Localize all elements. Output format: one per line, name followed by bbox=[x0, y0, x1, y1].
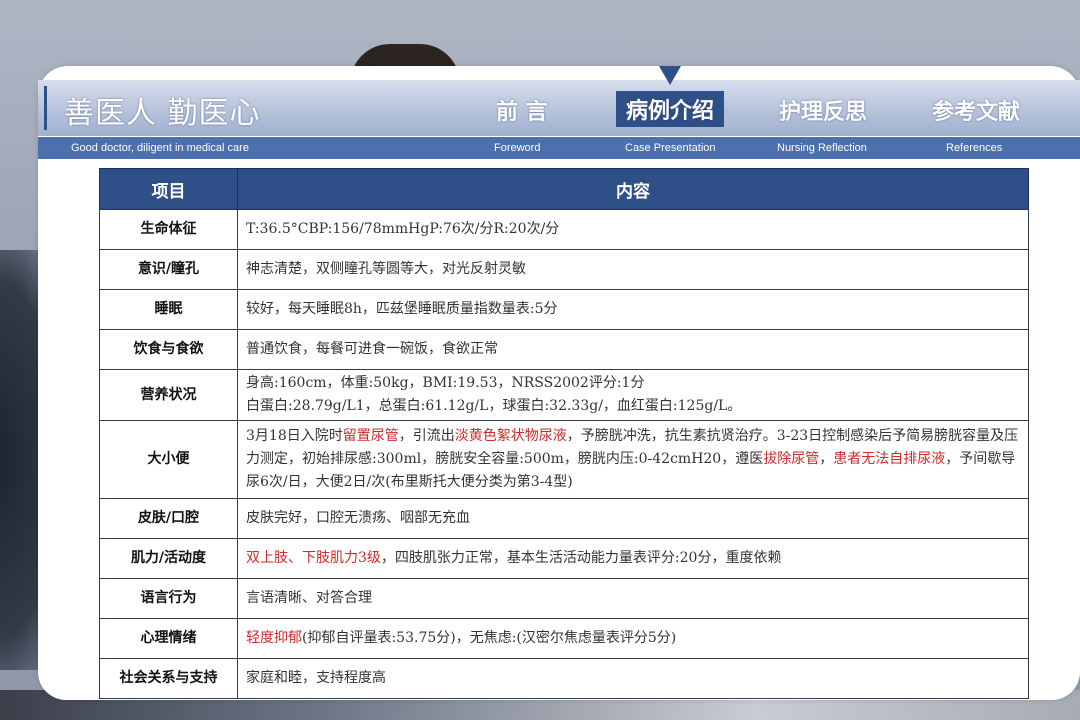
content-text: T:36.5°CBP:156/78mmHgP:76次/分R:20次/分 bbox=[246, 221, 560, 237]
row-label: 语言行为 bbox=[99, 578, 238, 619]
content-text: 身高:160cm，体重:50kg，BMI:19.53，NRSS2002评分:1分 bbox=[246, 375, 645, 391]
row-content: 身高:160cm，体重:50kg，BMI:19.53，NRSS2002评分:1分… bbox=[237, 369, 1029, 421]
row-content: 言语清晰、对答合理 bbox=[237, 578, 1029, 619]
content-text: 家庭和睦，支持程度高 bbox=[246, 670, 386, 686]
content-text: 言语清晰、对答合理 bbox=[246, 590, 372, 606]
row-content: 神志清楚，双侧瞳孔等圆等大，对光反射灵敏 bbox=[237, 249, 1029, 290]
nav-foreword-en[interactable]: Foreword bbox=[494, 142, 540, 154]
highlight-text: 轻度抑郁 bbox=[246, 630, 302, 646]
header-content: 内容 bbox=[237, 168, 1029, 210]
content-text: 皮肤完好，口腔无溃疡、咽部无充血 bbox=[246, 510, 470, 526]
highlight-text: 淡黄色絮状物尿液 bbox=[454, 428, 567, 444]
highlight-text: 双上肢、下肢肌力3级 bbox=[246, 550, 381, 566]
row-label: 意识/瞳孔 bbox=[99, 249, 238, 290]
content-text: 神志清楚，双侧瞳孔等圆等大，对光反射灵敏 bbox=[246, 261, 526, 277]
table-row: 皮肤/口腔 皮肤完好，口腔无溃疡、咽部无充血 bbox=[99, 498, 1029, 539]
content-text: 较好，每天睡眠8h，匹兹堡睡眠质量指数量表:5分 bbox=[246, 301, 558, 317]
active-nav-pointer-icon bbox=[659, 66, 681, 85]
content-text: 普通饮食，每餐可进食一碗饭，食欲正常 bbox=[246, 341, 498, 357]
row-label: 睡眠 bbox=[99, 289, 238, 330]
nav-foreword[interactable]: 前 言 bbox=[496, 94, 548, 126]
content-text: ，四肢肌张力正常，基本生活活动能力量表评分:20分，重度依赖 bbox=[380, 550, 782, 566]
table-row: 社会关系与支持 家庭和睦，支持程度高 bbox=[99, 658, 1029, 699]
row-label: 大小便 bbox=[99, 420, 238, 499]
content-text: (抑郁自评量表:53.75分)，无焦虑:(汉密尔焦虑量表评分5分) bbox=[302, 630, 677, 646]
row-label: 社会关系与支持 bbox=[99, 658, 238, 699]
table-row: 肌力/活动度 双上肢、下肢肌力3级，四肢肌张力正常，基本生活活动能力量表评分:20… bbox=[99, 538, 1029, 579]
content-text: ， bbox=[819, 451, 834, 467]
row-content: T:36.5°CBP:156/78mmHgP:76次/分R:20次/分 bbox=[237, 209, 1029, 250]
slogan-english: Good doctor, diligent in medical care bbox=[71, 142, 249, 154]
nav-references-en[interactable]: References bbox=[946, 142, 1002, 154]
row-label: 肌力/活动度 bbox=[99, 538, 238, 579]
highlight-text: 留置尿管 bbox=[342, 428, 399, 444]
row-label: 心理情绪 bbox=[99, 618, 238, 659]
nav-references[interactable]: 参考文献 bbox=[932, 94, 1020, 126]
table-row: 营养状况 身高:160cm，体重:50kg，BMI:19.53，NRSS2002评… bbox=[99, 369, 1029, 421]
nav-case-presentation[interactable]: 病例介绍 bbox=[616, 91, 725, 127]
table-row: 意识/瞳孔 神志清楚，双侧瞳孔等圆等大，对光反射灵敏 bbox=[99, 249, 1029, 290]
row-content: 家庭和睦，支持程度高 bbox=[237, 658, 1029, 699]
row-content: 轻度抑郁(抑郁自评量表:53.75分)，无焦虑:(汉密尔焦虑量表评分5分) bbox=[237, 618, 1029, 659]
highlight-text: 拔除尿管 bbox=[763, 451, 820, 467]
row-label: 饮食与食欲 bbox=[99, 329, 238, 370]
row-content: 皮肤完好，口腔无溃疡、咽部无充血 bbox=[237, 498, 1029, 539]
table-body: 生命体征 T:36.5°CBP:156/78mmHgP:76次/分R:20次/分意… bbox=[99, 209, 1029, 699]
row-label: 生命体征 bbox=[99, 209, 238, 250]
highlight-text: 患者无法自排尿液 bbox=[833, 451, 946, 467]
row-label: 营养状况 bbox=[99, 369, 238, 421]
header-accent-bar bbox=[44, 86, 47, 130]
slogan: 善医人 勤医心 bbox=[64, 96, 261, 131]
row-label: 皮肤/口腔 bbox=[99, 498, 238, 539]
nav-nursing-reflection[interactable]: 护理反思 bbox=[779, 94, 867, 126]
content-text: 白蛋白:28.79g/L1，总蛋白:61.12g/L，球蛋白:32.33g/，血… bbox=[246, 398, 742, 414]
row-content: 普通饮食，每餐可进食一碗饭，食欲正常 bbox=[237, 329, 1029, 370]
row-content: 双上肢、下肢肌力3级，四肢肌张力正常，基本生活活动能力量表评分:20分，重度依赖 bbox=[237, 538, 1029, 579]
case-table: 项目 内容 生命体征 T:36.5°CBP:156/78mmHgP:76次/分R:… bbox=[99, 168, 1029, 699]
nav-case-presentation-en[interactable]: Case Presentation bbox=[625, 142, 716, 154]
row-content: 较好，每天睡眠8h，匹兹堡睡眠质量指数量表:5分 bbox=[237, 289, 1029, 330]
table-row: 心理情绪 轻度抑郁(抑郁自评量表:53.75分)，无焦虑:(汉密尔焦虑量表评分5分… bbox=[99, 618, 1029, 659]
header-item: 项目 bbox=[99, 168, 238, 210]
table-row: 睡眠 较好，每天睡眠8h，匹兹堡睡眠质量指数量表:5分 bbox=[99, 289, 1029, 330]
content-text: 3月18日入院时 bbox=[246, 428, 343, 444]
table-row: 大小便 3月18日入院时留置尿管，引流出淡黄色絮状物尿液，予膀胱冲洗，抗生素抗贤治… bbox=[99, 420, 1029, 499]
table-row: 生命体征 T:36.5°CBP:156/78mmHgP:76次/分R:20次/分 bbox=[99, 209, 1029, 250]
row-content: 3月18日入院时留置尿管，引流出淡黄色絮状物尿液，予膀胱冲洗，抗生素抗贤治疗。3… bbox=[237, 420, 1029, 499]
table-row: 饮食与食欲 普通饮食，每餐可进食一碗饭，食欲正常 bbox=[99, 329, 1029, 370]
table-row: 语言行为 言语清晰、对答合理 bbox=[99, 578, 1029, 619]
table-header-row: 项目 内容 bbox=[99, 168, 1029, 210]
nav-nursing-reflection-en[interactable]: Nursing Reflection bbox=[777, 142, 867, 154]
content-text: ，引流出 bbox=[398, 428, 455, 444]
